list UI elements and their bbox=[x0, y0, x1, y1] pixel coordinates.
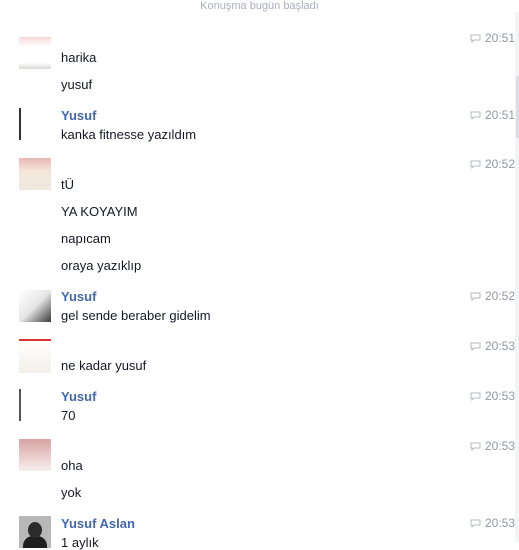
timestamp-text: 20:53 bbox=[485, 516, 516, 530]
timestamp-text: 20:51 bbox=[485, 31, 516, 45]
avatar[interactable] bbox=[19, 37, 51, 69]
chat-bubble-icon bbox=[470, 34, 481, 43]
avatar[interactable] bbox=[19, 108, 53, 140]
avatar[interactable] bbox=[19, 339, 51, 373]
timestamp-text: 20:51 bbox=[485, 108, 516, 122]
message-text: YA KOYAYIM bbox=[61, 204, 138, 219]
message-timestamp: 20:51 bbox=[470, 108, 515, 122]
message-text: kanka fitnesse yazıldım bbox=[61, 127, 197, 142]
conversation-start-label: Konuşma bugün başladı bbox=[200, 0, 319, 12]
chat-bubble-icon bbox=[470, 160, 481, 169]
chat-bubble-icon bbox=[470, 342, 481, 351]
message-timestamp: 20:52 bbox=[470, 157, 515, 171]
message-timestamp: 20:53 bbox=[470, 439, 515, 453]
message-text: tÜ bbox=[61, 177, 74, 192]
timestamp-text: 20:53 bbox=[485, 389, 516, 403]
message-timestamp: 20:53 bbox=[470, 516, 515, 530]
sender-name[interactable]: Yusuf bbox=[61, 389, 96, 404]
message-text: napıcam bbox=[61, 231, 111, 246]
chat-bubble-icon bbox=[470, 292, 481, 301]
avatar[interactable] bbox=[19, 516, 51, 548]
timestamp-text: 20:53 bbox=[485, 439, 516, 453]
message-timestamp: 20:53 bbox=[470, 389, 515, 403]
message-timestamp: 20:53 bbox=[470, 339, 515, 353]
avatar[interactable] bbox=[19, 389, 53, 421]
scrollbar-track[interactable] bbox=[515, 12, 519, 542]
sender-name[interactable]: Yusuf Aslan bbox=[61, 516, 135, 531]
message-text: 70 bbox=[61, 408, 76, 423]
sender-name[interactable]: Yusuf bbox=[61, 108, 96, 123]
chat-bubble-icon bbox=[470, 111, 481, 120]
avatar[interactable] bbox=[19, 439, 51, 471]
message-text: oraya yazıklıp bbox=[61, 258, 142, 273]
chat-bubble-icon bbox=[470, 442, 481, 451]
message-timestamp: 20:52 bbox=[470, 289, 515, 303]
avatar[interactable] bbox=[19, 158, 51, 190]
message-text: yusuf bbox=[61, 77, 93, 92]
avatar[interactable] bbox=[19, 290, 51, 322]
timestamp-text: 20:52 bbox=[485, 289, 516, 303]
message-text: harika bbox=[61, 50, 97, 65]
message-text: 1 aylık bbox=[61, 535, 99, 550]
message-text: yok bbox=[61, 485, 82, 500]
timestamp-text: 20:52 bbox=[485, 157, 516, 171]
sender-name[interactable]: Yusuf bbox=[61, 289, 96, 304]
timestamp-text: 20:53 bbox=[485, 339, 516, 353]
message-text: ne kadar yusuf bbox=[61, 358, 147, 373]
message-text: oha bbox=[61, 458, 83, 473]
message-timestamp: 20:51 bbox=[470, 31, 515, 45]
chat-bubble-icon bbox=[470, 392, 481, 401]
message-text: gel sende beraber gidelim bbox=[61, 308, 211, 323]
chat-bubble-icon bbox=[470, 519, 481, 528]
